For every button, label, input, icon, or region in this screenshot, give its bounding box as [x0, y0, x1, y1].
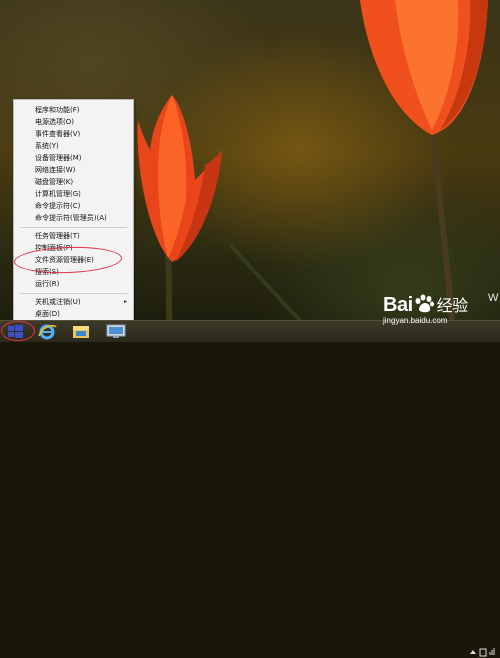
menu-item-task-manager[interactable]: 任务管理器(T): [14, 230, 133, 242]
menu-item-event-viewer[interactable]: 事件查看器(V): [14, 128, 133, 140]
computer-icon: [106, 324, 126, 338]
paw-icon: [415, 294, 434, 313]
watermark-url: jingyan.baidu.com: [383, 316, 448, 325]
menu-item-system[interactable]: 系统(Y): [14, 140, 133, 152]
annotation-ellipse-start: [1, 321, 35, 341]
start-button[interactable]: [1, 321, 35, 341]
menu-item-power-options[interactable]: 电源选项(O): [14, 116, 133, 128]
menu-item-computer-management[interactable]: 计算机管理(G): [14, 188, 133, 200]
menu-item-programs-features[interactable]: 程序和功能(F): [14, 104, 133, 116]
system-tray-icons[interactable]: [468, 646, 498, 658]
menu-item-network-connections[interactable]: 网络连接(W): [14, 164, 133, 176]
folder-icon: [73, 326, 89, 338]
baidu-jingyan-watermark: Bai 经验: [383, 292, 469, 316]
menu-item-command-prompt-admin[interactable]: 命令提示符(管理员)(A): [14, 212, 133, 224]
menu-item-label: 关机或注销(U): [35, 298, 81, 306]
menu-item-run[interactable]: 运行(R): [14, 278, 133, 290]
taskbar-file-explorer-button[interactable]: [67, 322, 95, 341]
ie-icon: [38, 324, 57, 340]
corner-letter: W: [488, 292, 499, 304]
watermark-jingyan-text: 经验: [436, 298, 469, 315]
menu-item-device-manager[interactable]: 设备管理器(M): [14, 152, 133, 164]
menu-item-shutdown-signout[interactable]: 关机或注销(U) ▸: [14, 296, 133, 308]
menu-item-disk-management[interactable]: 磁盘管理(K): [14, 176, 133, 188]
menu-item-desktop[interactable]: 桌面(D): [14, 308, 133, 320]
menu-item-command-prompt[interactable]: 命令提示符(C): [14, 200, 133, 212]
taskbar-ie-button[interactable]: [34, 322, 60, 341]
menu-separator: [20, 227, 127, 228]
winx-context-menu: 程序和功能(F) 电源选项(O) 事件查看器(V) 系统(Y) 设备管理器(M)…: [13, 99, 134, 321]
taskbar-computer-button[interactable]: [102, 322, 130, 341]
watermark-logo-text: Bai: [383, 294, 413, 316]
submenu-arrow-icon: ▸: [123, 298, 127, 305]
menu-separator: [20, 293, 127, 294]
